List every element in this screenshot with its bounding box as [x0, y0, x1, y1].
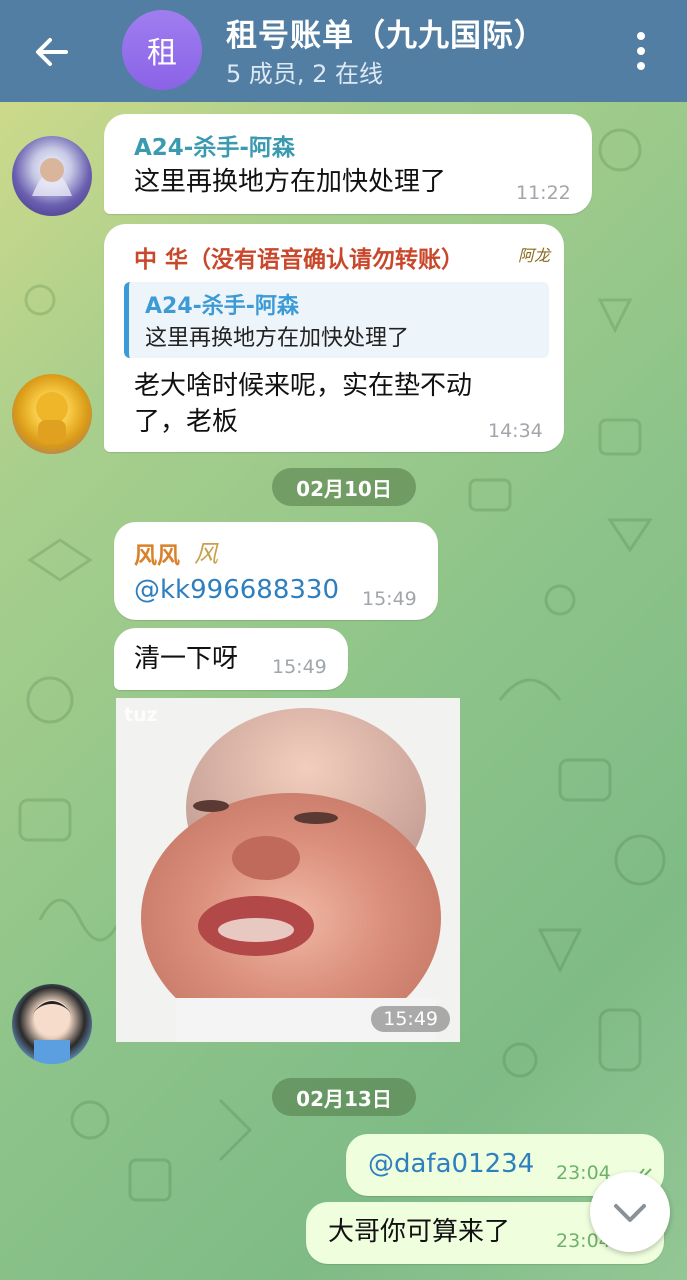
sender-name[interactable]: 风风	[134, 536, 180, 570]
scroll-to-bottom-button[interactable]	[590, 1172, 670, 1252]
message-time: 11:22	[516, 182, 571, 204]
message-text: 大哥你可算来了	[328, 1217, 511, 1247]
message-bubble[interactable]: 清一下呀 15:49	[114, 628, 348, 690]
message-time: 15:49	[272, 656, 327, 678]
group-member-status: 5 成员, 2 在线	[226, 60, 384, 88]
avatar-zhonghua[interactable]	[12, 374, 92, 454]
sender-badge: 阿龙	[518, 246, 551, 265]
sticker-watermark: tuz	[124, 704, 158, 726]
message-text: 这里再换地方在加快处理了	[134, 167, 447, 197]
sticker-image[interactable]: tuz 15:49	[116, 698, 460, 1042]
mention-link[interactable]: @kk996688330	[134, 572, 339, 608]
sender-name[interactable]: A24-杀手-阿森	[134, 128, 295, 162]
more-vertical-icon[interactable]	[626, 26, 656, 76]
message-bubble[interactable]: 中 华（没有语音确认请勿转账） 阿龙 A24-杀手-阿森 这里再换地方在加快处理…	[104, 224, 564, 452]
message-time: 15:49	[371, 1006, 450, 1032]
message-bubble[interactable]: A24-杀手-阿森 这里再换地方在加快处理了 11:22	[104, 114, 592, 214]
sender-badge: 风	[194, 540, 218, 568]
avatar-a24[interactable]	[12, 136, 92, 216]
message-time: 15:49	[362, 588, 417, 610]
message-time: 14:34	[488, 420, 543, 442]
quote-sender: A24-杀手-阿森	[145, 294, 299, 319]
reply-quote[interactable]: A24-杀手-阿森 这里再换地方在加快处理了	[124, 282, 549, 358]
chevron-down-icon	[614, 1204, 646, 1222]
chat-header: 租 租号账单（九九国际） 5 成员, 2 在线	[0, 0, 687, 102]
group-title[interactable]: 租号账单（九九国际）	[226, 10, 546, 55]
mention-link[interactable]: @dafa01234	[368, 1146, 534, 1182]
quote-text: 这里再换地方在加快处理了	[145, 326, 410, 351]
group-avatar[interactable]: 租	[122, 10, 202, 90]
date-separator: 02月10日	[272, 468, 416, 506]
date-separator: 02月13日	[272, 1078, 416, 1116]
message-bubble[interactable]: 风风 风 @kk996688330 15:49	[114, 522, 438, 620]
avatar-fengfeng[interactable]	[12, 984, 92, 1064]
baby-face-sticker	[116, 698, 460, 1042]
arrow-left-icon[interactable]	[28, 28, 76, 76]
sender-name[interactable]: 中 华（没有语音确认请勿转账）	[134, 240, 464, 274]
message-text-line2: 了，老板	[134, 407, 239, 437]
message-text-line1: 老大啥时候来呢，实在垫不动	[134, 371, 473, 401]
message-text: 清一下呀	[134, 644, 239, 674]
